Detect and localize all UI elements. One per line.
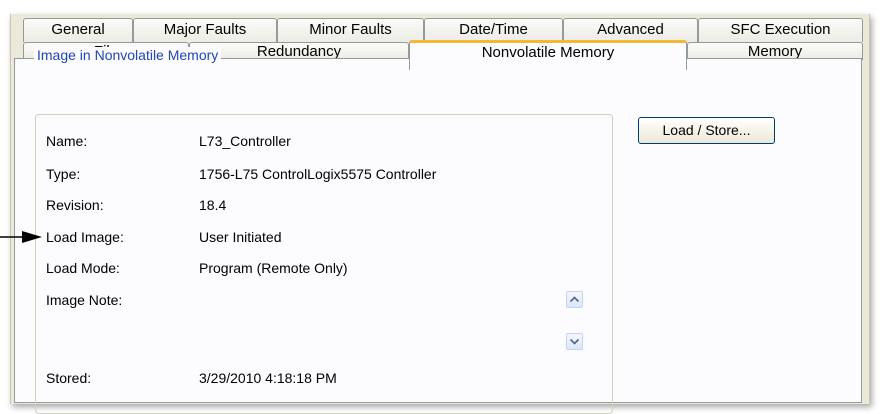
revision-value: 18.4 xyxy=(199,197,227,213)
image-note-label: Image Note: xyxy=(46,292,123,308)
group-title: Image in Nonvolatile Memory xyxy=(34,47,222,63)
load-mode-label: Load Mode: xyxy=(46,260,120,276)
stored-label: Stored: xyxy=(46,370,92,386)
scroll-down-arrow-icon xyxy=(570,338,579,345)
load-store-button[interactable]: Load / Store... xyxy=(638,117,775,144)
type-label: Type: xyxy=(46,166,81,182)
scroll-up-arrow-icon xyxy=(570,296,579,303)
scroll-down-button[interactable] xyxy=(566,333,583,350)
load-image-label: Load Image: xyxy=(46,229,124,245)
type-value: 1756-L75 ControlLogix5575 Controller xyxy=(199,166,437,182)
name-label: Name: xyxy=(46,133,88,149)
revision-label: Revision: xyxy=(46,197,104,213)
scroll-up-button[interactable] xyxy=(566,291,583,308)
load-mode-value: Program (Remote Only) xyxy=(199,260,348,276)
arrow-right-icon xyxy=(0,231,42,243)
load-image-value: User Initiated xyxy=(199,229,282,245)
name-value: L73_Controller xyxy=(199,133,291,149)
panel-content-layer: Image in Nonvolatile Memory Name: L73_Co… xyxy=(0,0,882,397)
stored-value: 3/29/2010 4:18:18 PM xyxy=(199,370,337,386)
